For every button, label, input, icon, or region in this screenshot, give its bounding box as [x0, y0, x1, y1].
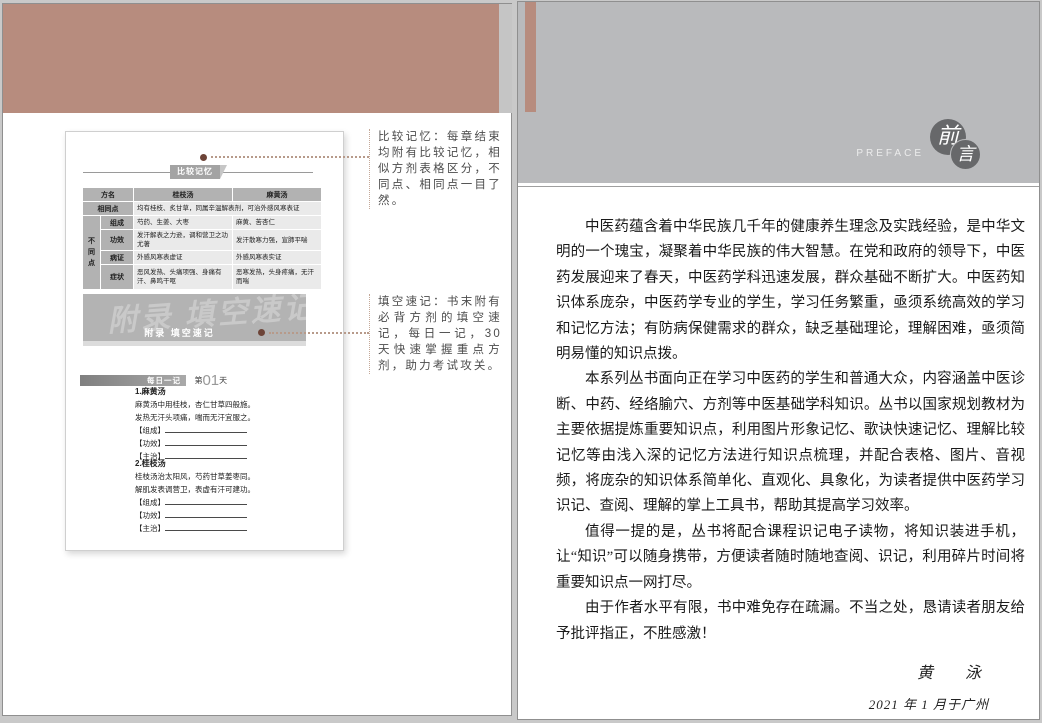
blank-field: 【功效】: [135, 437, 317, 450]
verse-line: 桂枝汤治太阳风，芍药甘草姜枣同。: [135, 470, 317, 483]
row-label-cell: 病证: [101, 251, 133, 264]
compare-memory-ribbon: 比较记忆: [170, 165, 220, 179]
header-cell-fangming: 方名: [83, 188, 133, 201]
blank-underline: [165, 438, 247, 446]
prescription-title: 1.麻黄汤: [135, 385, 317, 398]
leader-line-fill: [269, 332, 369, 334]
dateline: 2021 年 1 月于广州: [556, 692, 989, 717]
blank-underline: [165, 523, 247, 531]
preface-paragraph: 中医药蕴含着中华民族几千年的健康养生理念及实践经验，是中华文明的一个瑰宝，凝聚着…: [556, 215, 1025, 367]
table-cell: 外感风寒表虚证: [134, 251, 232, 264]
verse-line: 解肌发表调营卫，表虚有汗可建功。: [135, 483, 317, 496]
preface-seal-yan: 言: [950, 139, 981, 170]
prescription-item-mahuangtang: 1.麻黄汤 麻黄汤中用桂枝，杏仁甘草四般施。 发热无汗头项痛，喘而无汗宜服之。 …: [135, 385, 317, 463]
table-cell: 发汗散寒力强，宣肺平喘: [233, 230, 321, 250]
row-label-cell: 症状: [101, 265, 133, 289]
left-page: 比较记忆 方名 桂枝汤 麻黄汤 相同点 均有桂枝、炙甘草，同属辛温解表剂，可治外…: [2, 3, 512, 716]
annotation-compare-memory: 比较记忆：每章结束均附有比较记忆，相似方剂表格区分，不同点、相同点一目了然。: [369, 129, 502, 209]
table-cell: 恶寒发热，头身疼痛，无汗而喘: [233, 265, 321, 289]
header-cell-guizhitang: 桂枝汤: [134, 188, 232, 201]
same-label-cell: 相同点: [83, 202, 133, 215]
blank-field: 【功效】: [135, 509, 317, 522]
comparison-table: 方名 桂枝汤 麻黄汤 相同点 均有桂枝、炙甘草，同属辛温解表剂，可治外感风寒表证…: [82, 187, 322, 290]
annotation-fill-in-blank: 填空速记：书末附有必背方剂的填空速记，每日一记，30天快速掌握重点方剂，助力考试…: [369, 294, 502, 374]
preface-paragraph: 值得一提的是，丛书将配合课程识记电子读物，将知识装进手机，让“知识”可以随身携带…: [556, 520, 1025, 596]
left-page-header-band: [3, 4, 499, 113]
leader-dot-compare: [200, 154, 207, 161]
leader-dot-fill: [258, 329, 265, 336]
blank-underline: [165, 497, 247, 505]
sample-page-card: 比较记忆 方名 桂枝汤 麻黄汤 相同点 均有桂枝、炙甘草，同属辛温解表剂，可治外…: [65, 131, 344, 551]
blank-field: 【主治】: [135, 522, 317, 535]
preface-en-label: PREFACE: [818, 148, 924, 159]
table-header-row: 方名 桂枝汤 麻黄汤: [83, 188, 321, 201]
appendix-banner-strip: [83, 341, 306, 346]
preface-body: 中医药蕴含着中华民族几千年的健康养生理念及实践经验，是中华文明的一个瑰宝，凝聚着…: [556, 215, 1025, 718]
row-label-cell: 功效: [101, 230, 133, 250]
table-cell: 芍药、生姜、大枣: [134, 216, 232, 229]
compare-memory-title: 比较记忆: [177, 167, 213, 176]
table-row-gongxiao: 功效 发汗解表之力逊，调和营卫之功尤著 发汗散寒力强，宣肺平喘: [83, 230, 321, 250]
author-signature: 黄 泳: [556, 661, 989, 686]
table-row-same: 相同点 均有桂枝、炙甘草，同属辛温解表剂，可治外感风寒表证: [83, 202, 321, 215]
ribbon-fold: [220, 165, 227, 179]
same-content-cell: 均有桂枝、炙甘草，同属辛温解表剂，可治外感风寒表证: [134, 202, 321, 215]
diff-label-cell: 不同点: [83, 216, 100, 289]
blank-underline: [165, 425, 247, 433]
table-cell: 发汗解表之力逊，调和营卫之功尤著: [134, 230, 232, 250]
table-row-bingzheng: 病证 外感风寒表虚证 外感风寒表实证: [83, 251, 321, 264]
table-row-zucheng: 不同点 组成 芍药、生姜、大枣 麻黄、苦杏仁: [83, 216, 321, 229]
left-page-band-edge: [499, 4, 512, 113]
binding-accent-strip: [525, 2, 536, 112]
table-row-zhengzhuang: 症状 恶风发热、头痛项强、身痛有汗、鼻鸣干呕 恶寒发热，头身疼痛，无汗而喘: [83, 265, 321, 289]
signature-block: 黄 泳 2021 年 1 月于广州: [556, 661, 1025, 718]
table-cell: 外感风寒表实证: [233, 251, 321, 264]
preface-paragraph: 由于作者水平有限，书中难免存在疏漏。不当之处，恳请读者朋友给予批评指正，不胜感激…: [556, 596, 1025, 647]
verse-line: 麻黄汤中用桂枝，杏仁甘草四般施。: [135, 398, 317, 411]
header-cell-mahuangtang: 麻黄汤: [233, 188, 321, 201]
band-rule-line: [518, 186, 1039, 187]
right-page: PREFACE 前 言 中医药蕴含着中华民族几千年的健康养生理念及实践经验，是中…: [517, 1, 1040, 720]
prescription-title: 2.桂枝汤: [135, 457, 317, 470]
blank-underline: [165, 510, 247, 518]
prescription-item-guizhitang: 2.桂枝汤 桂枝汤治太阳风，芍药甘草姜枣同。 解肌发表调营卫，表虚有汗可建功。 …: [135, 457, 317, 535]
row-label-cell: 组成: [101, 216, 133, 229]
table-cell: 恶风发热、头痛项强、身痛有汗、鼻鸣干呕: [134, 265, 232, 289]
appendix-label: 附录 填空速记: [83, 326, 276, 339]
blank-field: 【组成】: [135, 424, 317, 437]
table-cell: 麻黄、苦杏仁: [233, 216, 321, 229]
leader-line-compare: [211, 156, 369, 158]
verse-line: 发热无汗头项痛，喘而无汗宜服之。: [135, 411, 317, 424]
blank-field: 【组成】: [135, 496, 317, 509]
preface-header-band: PREFACE 前 言: [518, 2, 1039, 183]
preface-paragraph: 本系列丛书面向正在学习中医药的学生和普通大众，内容涵盖中医诊断、中药、经络腧穴、…: [556, 367, 1025, 519]
